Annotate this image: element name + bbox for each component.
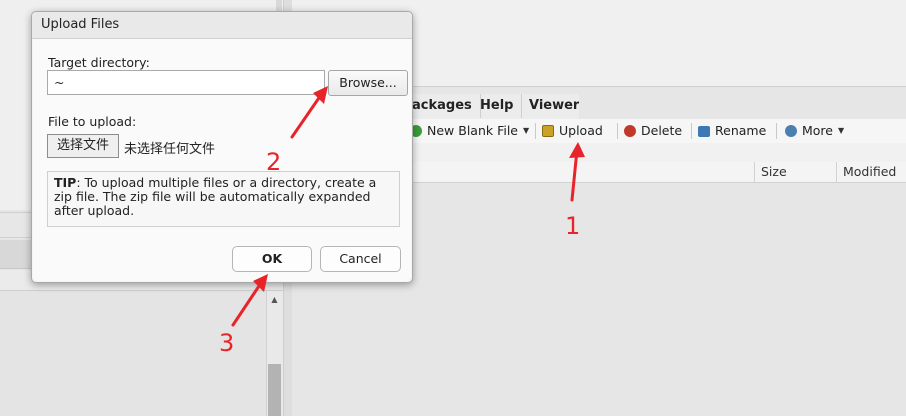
tip-prefix: TIP [54, 175, 77, 190]
chevron-down-icon: ▼ [838, 126, 845, 135]
dialog-title: Upload Files [41, 17, 120, 32]
scrollbar-thumb[interactable] [268, 364, 281, 416]
new-blank-file-button[interactable]: New Blank File ▼ [410, 121, 529, 141]
gear-icon [785, 125, 797, 137]
tabbar-empty-area [579, 94, 906, 119]
column-modified[interactable]: Modified [836, 162, 906, 182]
upload-icon [542, 125, 554, 137]
choose-file-button[interactable]: 选择文件 [47, 134, 119, 158]
annotation-label-2: 2 [266, 148, 282, 176]
delete-label: Delete [641, 123, 683, 138]
toolbar-divider [617, 123, 618, 139]
delete-button[interactable]: Delete [624, 121, 682, 141]
new-blank-file-label: New Blank File [427, 123, 518, 138]
upload-label: Upload [559, 123, 603, 138]
ok-button[interactable]: OK [232, 246, 312, 272]
toolbar-divider [691, 123, 692, 139]
no-file-chosen-text: 未选择任何文件 [124, 142, 216, 157]
column-size[interactable]: Size [754, 162, 837, 182]
annotation-label-3: 3 [219, 329, 235, 357]
tab-packages[interactable]: ackages [404, 94, 481, 118]
cancel-button[interactable]: Cancel [320, 246, 401, 272]
tip-box: TIP: To upload multiple files or a direc… [47, 171, 400, 227]
more-button[interactable]: More ▼ [785, 121, 844, 141]
rename-button[interactable]: Rename [698, 121, 766, 141]
toolbar-divider [535, 123, 536, 139]
upload-button[interactable]: Upload [542, 121, 603, 141]
delete-icon [624, 125, 636, 137]
toolbar-divider [776, 123, 777, 139]
browse-button[interactable]: Browse... [328, 70, 408, 96]
file-to-upload-label: File to upload: [48, 114, 137, 129]
target-directory-field[interactable]: ~ [47, 70, 325, 95]
target-directory-label: Target directory: [48, 55, 150, 70]
tab-help[interactable]: Help [472, 94, 523, 118]
upload-files-dialog: Upload Files Target directory: ~ Browse.… [31, 11, 413, 283]
tip-text: : To upload multiple files or a director… [54, 175, 377, 218]
rename-label: Rename [715, 123, 767, 138]
chevron-down-icon: ▼ [523, 126, 530, 135]
annotation-label-1: 1 [565, 212, 581, 240]
more-label: More [802, 123, 833, 138]
scroll-up-arrow-icon[interactable]: ▲ [266, 291, 283, 308]
rename-icon [698, 125, 710, 137]
